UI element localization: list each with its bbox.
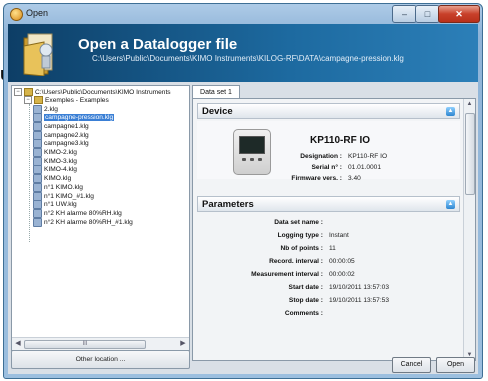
parameters-list: Data set name : Logging type : Instant Nb o…	[197, 215, 460, 355]
open-button[interactable]: Open	[436, 357, 475, 373]
vertical-scrollbar[interactable]: ▲ ▼	[463, 99, 475, 360]
file-tree: − C:\Users\Public\Documents\KIMO Instrume…	[12, 86, 189, 336]
folder-icon	[24, 88, 33, 96]
collapse-icon[interactable]: ▲	[446, 107, 455, 116]
tree-file-item[interactable]: n°2 KH alarme 80%RH.klg	[33, 208, 122, 218]
designation-value: KP110-RF IO	[348, 153, 388, 160]
scroll-up-icon[interactable]: ▲	[464, 99, 475, 109]
parameter-value: 00:00:05	[329, 258, 355, 265]
title-bar: Open – □ ✕	[4, 4, 482, 24]
folder-icon	[34, 96, 43, 104]
scroll-left-icon[interactable]: ◀	[13, 339, 23, 349]
close-button[interactable]: ✕	[438, 5, 480, 23]
tree-file-item[interactable]: n°2 KH alarme 80%RH_#1.klg	[33, 217, 133, 227]
parameter-value: 11	[329, 245, 336, 252]
parameter-label: Logging type :	[277, 232, 323, 239]
tree-file-item[interactable]: n°1 UW.klg	[33, 200, 77, 210]
collapse-icon[interactable]: −	[24, 96, 32, 104]
maximize-button[interactable]: □	[415, 5, 440, 23]
file-icon	[33, 208, 42, 218]
dialog-header: Open a Datalogger file C:\Users\Public\D…	[8, 24, 478, 82]
folder-icon	[23, 33, 53, 76]
tree-file-item[interactable]: KIMO-2.klg	[33, 148, 77, 157]
scroll-right-icon[interactable]: ▶	[178, 339, 188, 349]
tree-folder[interactable]: − Exemples - Examples	[24, 96, 109, 104]
tree-root[interactable]: − C:\Users\Public\Documents\KIMO Instrume…	[14, 88, 171, 96]
parameter-label: Record. interval :	[269, 258, 323, 265]
file-icon	[33, 191, 42, 201]
file-icon	[33, 200, 42, 210]
collapse-icon[interactable]: −	[14, 88, 22, 96]
parameter-label: Stop date :	[288, 297, 323, 304]
parameter-label: Measurement interval :	[251, 271, 323, 278]
file-icon	[33, 104, 42, 114]
tree-file-item[interactable]: campagne-pression.klg	[33, 113, 115, 123]
vertical-scroll-thumb[interactable]	[465, 113, 475, 195]
parameter-value: 19/10/2011 13:57:53	[329, 297, 390, 304]
tree-file-item[interactable]: KIMO-4.klg	[33, 165, 77, 175]
file-icon	[33, 139, 42, 149]
window-title: Open	[26, 8, 49, 18]
tree-file-item[interactable]: KIMO-3.klg	[33, 156, 77, 166]
open-dialog: Open – □ ✕ Open a Datalogger file C:\Use…	[3, 3, 483, 379]
parameter-label: Start date :	[288, 284, 323, 291]
parameter-value: Instant	[329, 232, 349, 239]
dialog-heading: Open a Datalogger file	[78, 36, 238, 53]
minimize-icon: –	[401, 9, 407, 19]
parameters-heading: Parameters	[202, 199, 254, 210]
file-icon	[33, 148, 42, 157]
horizontal-scroll-thumb[interactable]: III	[24, 340, 146, 349]
device-section-header[interactable]: Device ▲	[197, 103, 460, 119]
close-icon: ✕	[455, 8, 463, 19]
tree-file-item[interactable]: 2.klg	[33, 104, 58, 114]
file-icon	[33, 174, 42, 184]
tree-file-item[interactable]: campagne3.klg	[33, 139, 89, 149]
tree-file-item[interactable]: KIMO.klg	[33, 174, 71, 184]
app-icon	[10, 8, 23, 21]
dialog-body: − C:\Users\Public\Documents\KIMO Instrume…	[8, 82, 478, 374]
device-heading: Device	[202, 106, 233, 117]
parameter-label: Nb of points :	[280, 245, 323, 252]
file-icon	[33, 217, 42, 227]
parameters-section-header[interactable]: Parameters ▲	[197, 196, 460, 212]
file-icon	[33, 121, 42, 131]
cancel-button[interactable]: Cancel	[392, 357, 431, 373]
minimize-button[interactable]: –	[392, 5, 417, 23]
details-panel: Device ▲ KP110-RF IO Designation : KP110…	[192, 98, 476, 361]
selected-file-path: C:\Users\Public\Documents\KIMO Instrumen…	[92, 54, 404, 63]
tree-file-item[interactable]: n°1 KIMO.klg	[33, 182, 83, 192]
parameter-value: 00:00:02	[329, 271, 355, 278]
serial-value: 01.01.0001	[348, 164, 382, 171]
other-location-button[interactable]: Other location ...	[11, 350, 190, 369]
file-icon	[33, 165, 42, 175]
tree-file-item[interactable]: campagne2.klg	[33, 130, 89, 140]
device-info: KP110-RF IO Designation : KP110-RF IO Se…	[197, 121, 460, 182]
file-icon	[33, 130, 42, 140]
file-icon	[33, 113, 42, 123]
device-name: KP110-RF IO	[310, 135, 371, 146]
tree-file-item[interactable]: n°1 KIMO_#1.klg	[33, 191, 94, 201]
horizontal-scrollbar[interactable]: ◀ III ▶	[12, 337, 189, 350]
firmware-value: 3.40	[348, 175, 361, 182]
file-icon	[33, 182, 42, 192]
maximize-icon: □	[424, 9, 431, 19]
parameter-label: Comments :	[284, 310, 323, 317]
tree-file-item[interactable]: campagne1.klg	[33, 121, 89, 131]
file-icon	[33, 156, 42, 166]
tab-data-set-1[interactable]: Data set 1	[192, 85, 240, 99]
collapse-icon[interactable]: ▲	[446, 200, 455, 209]
parameter-value: 19/10/2011 13:57:03	[329, 284, 390, 291]
file-tree-panel: − C:\Users\Public\Documents\KIMO Instrume…	[11, 85, 190, 351]
parameter-label: Data set name :	[274, 219, 323, 226]
